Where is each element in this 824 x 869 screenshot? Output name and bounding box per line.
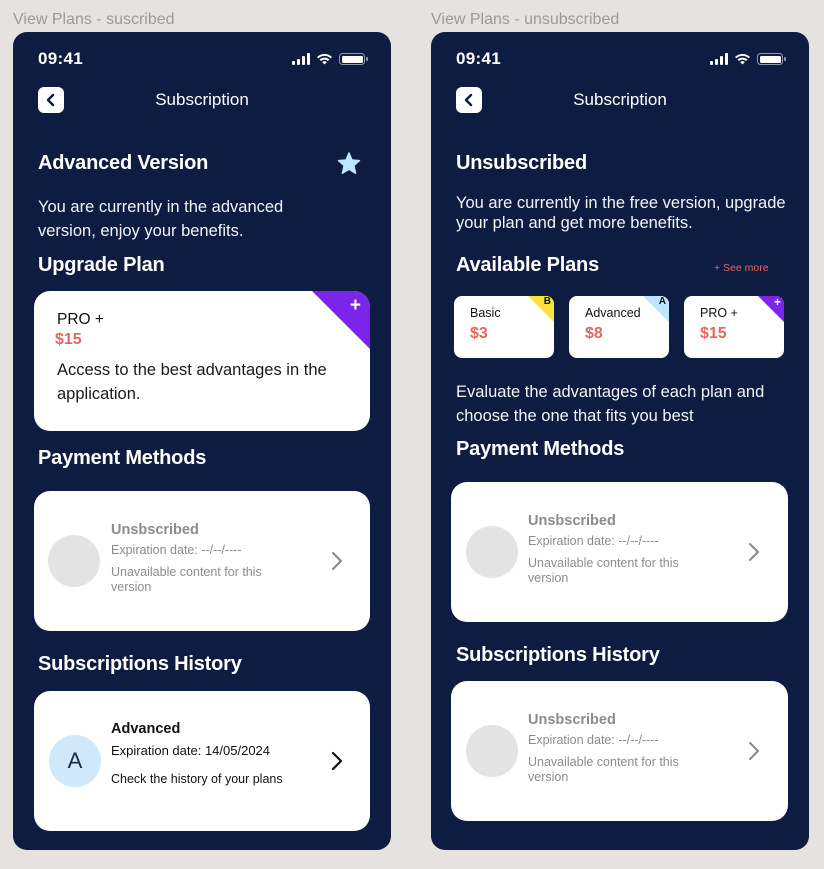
frame-label-subscribed: View Plans - suscribed [13, 11, 175, 28]
plan-name: PRO + [57, 311, 104, 328]
plan-price: $15 [55, 331, 82, 348]
battery-icon [757, 53, 786, 65]
payment-method-card[interactable]: Unsbscribed Expiration date: --/--/---- … [451, 482, 788, 622]
subscriptions-history-title: Subscriptions History [456, 644, 660, 666]
plan-price: $3 [470, 325, 488, 342]
cellular-signal-icon [710, 53, 728, 65]
avatar: A [49, 735, 101, 787]
payment-title: Unsbscribed [528, 513, 616, 529]
phone-subscribed: 09:41 Subscription Advanced Version You … [13, 32, 391, 850]
avatar-placeholder [466, 725, 518, 777]
status-time: 09:41 [456, 49, 501, 68]
payment-methods-title: Payment Methods [456, 438, 625, 460]
pro-corner-badge [312, 291, 370, 349]
history-title: Advanced [111, 721, 181, 737]
payment-method-card[interactable]: Unsbscribed Expiration date: --/--/---- … [34, 491, 370, 631]
plan-badge-letter: + [773, 296, 781, 309]
chevron-right-icon[interactable] [747, 741, 761, 761]
nav-title: Subscription [155, 90, 249, 109]
status-bar: 09:41 [13, 32, 391, 82]
history-expiration: Expiration date: 14/05/2024 [111, 743, 271, 758]
plan-benefit-text: Access to the best advantages in the app… [57, 361, 327, 403]
section-title: Advanced Version [38, 152, 209, 174]
upgrade-plan-card[interactable]: + PRO + $15 Access to the best advantage… [34, 291, 370, 431]
avatar-placeholder [48, 535, 100, 587]
plan-card-basic[interactable]: B Basic $3 [454, 296, 554, 358]
upgrade-plan-title: Upgrade Plan [38, 254, 165, 276]
section-title: Unsubscribed [456, 152, 587, 174]
plan-card-advanced[interactable]: A Advanced $8 [569, 296, 669, 358]
payment-methods-title: Payment Methods [38, 447, 207, 469]
nav-title: Subscription [573, 90, 667, 109]
chevron-right-icon[interactable] [330, 751, 344, 771]
wifi-icon [317, 53, 332, 65]
phone-unsubscribed: 09:41 Subscription Unsubscribed You are … [431, 32, 809, 850]
evaluate-text: Evaluate the advantages of each plan and… [456, 383, 765, 425]
history-note: Unavailable content for this version [528, 755, 679, 784]
plan-description: You are currently in the advanced versio… [38, 198, 284, 240]
chevron-right-icon[interactable] [747, 542, 761, 562]
plan-price: $15 [700, 325, 727, 342]
status-time: 09:41 [38, 49, 83, 68]
status-bar: 09:41 [431, 32, 809, 82]
battery-icon [339, 53, 368, 65]
plan-badge-letter: B [543, 296, 551, 307]
history-note: Check the history of your plans [111, 772, 283, 786]
cellular-signal-icon [292, 53, 310, 65]
payment-title: Unsbscribed [111, 522, 199, 538]
payment-expiration: Expiration date: --/--/---- [528, 534, 659, 548]
history-card[interactable]: Unsbscribed Expiration date: --/--/---- … [451, 681, 788, 821]
see-more-link[interactable]: + See more [714, 262, 769, 274]
plan-price: $8 [585, 325, 603, 342]
history-expiration: Expiration date: --/--/---- [528, 733, 659, 747]
available-plans-title: Available Plans [456, 254, 599, 276]
plan-name: PRO + [700, 306, 738, 320]
plan-name: Advanced [585, 306, 641, 320]
subscriptions-history-title: Subscriptions History [38, 653, 242, 675]
chevron-right-icon[interactable] [330, 551, 344, 571]
pro-badge-plus: + [349, 295, 361, 316]
plan-name: Basic [470, 306, 501, 320]
history-title: Unsbscribed [528, 712, 616, 728]
frame-label-unsubscribed: View Plans - unsubscribed [431, 11, 620, 28]
payment-expiration: Expiration date: --/--/---- [111, 543, 242, 557]
payment-note: Unavailable content for this version [528, 556, 679, 585]
history-card[interactable]: A Advanced Expiration date: 14/05/2024 C… [34, 691, 370, 831]
payment-note: Unavailable content for this version [111, 565, 262, 594]
plan-card-pro[interactable]: + PRO + $15 [684, 296, 784, 358]
plan-description: You are currently in the free version, u… [456, 194, 786, 232]
star-icon[interactable] [337, 152, 361, 175]
avatar-placeholder [466, 526, 518, 578]
wifi-icon [735, 53, 750, 65]
plan-badge-letter: A [658, 296, 666, 307]
